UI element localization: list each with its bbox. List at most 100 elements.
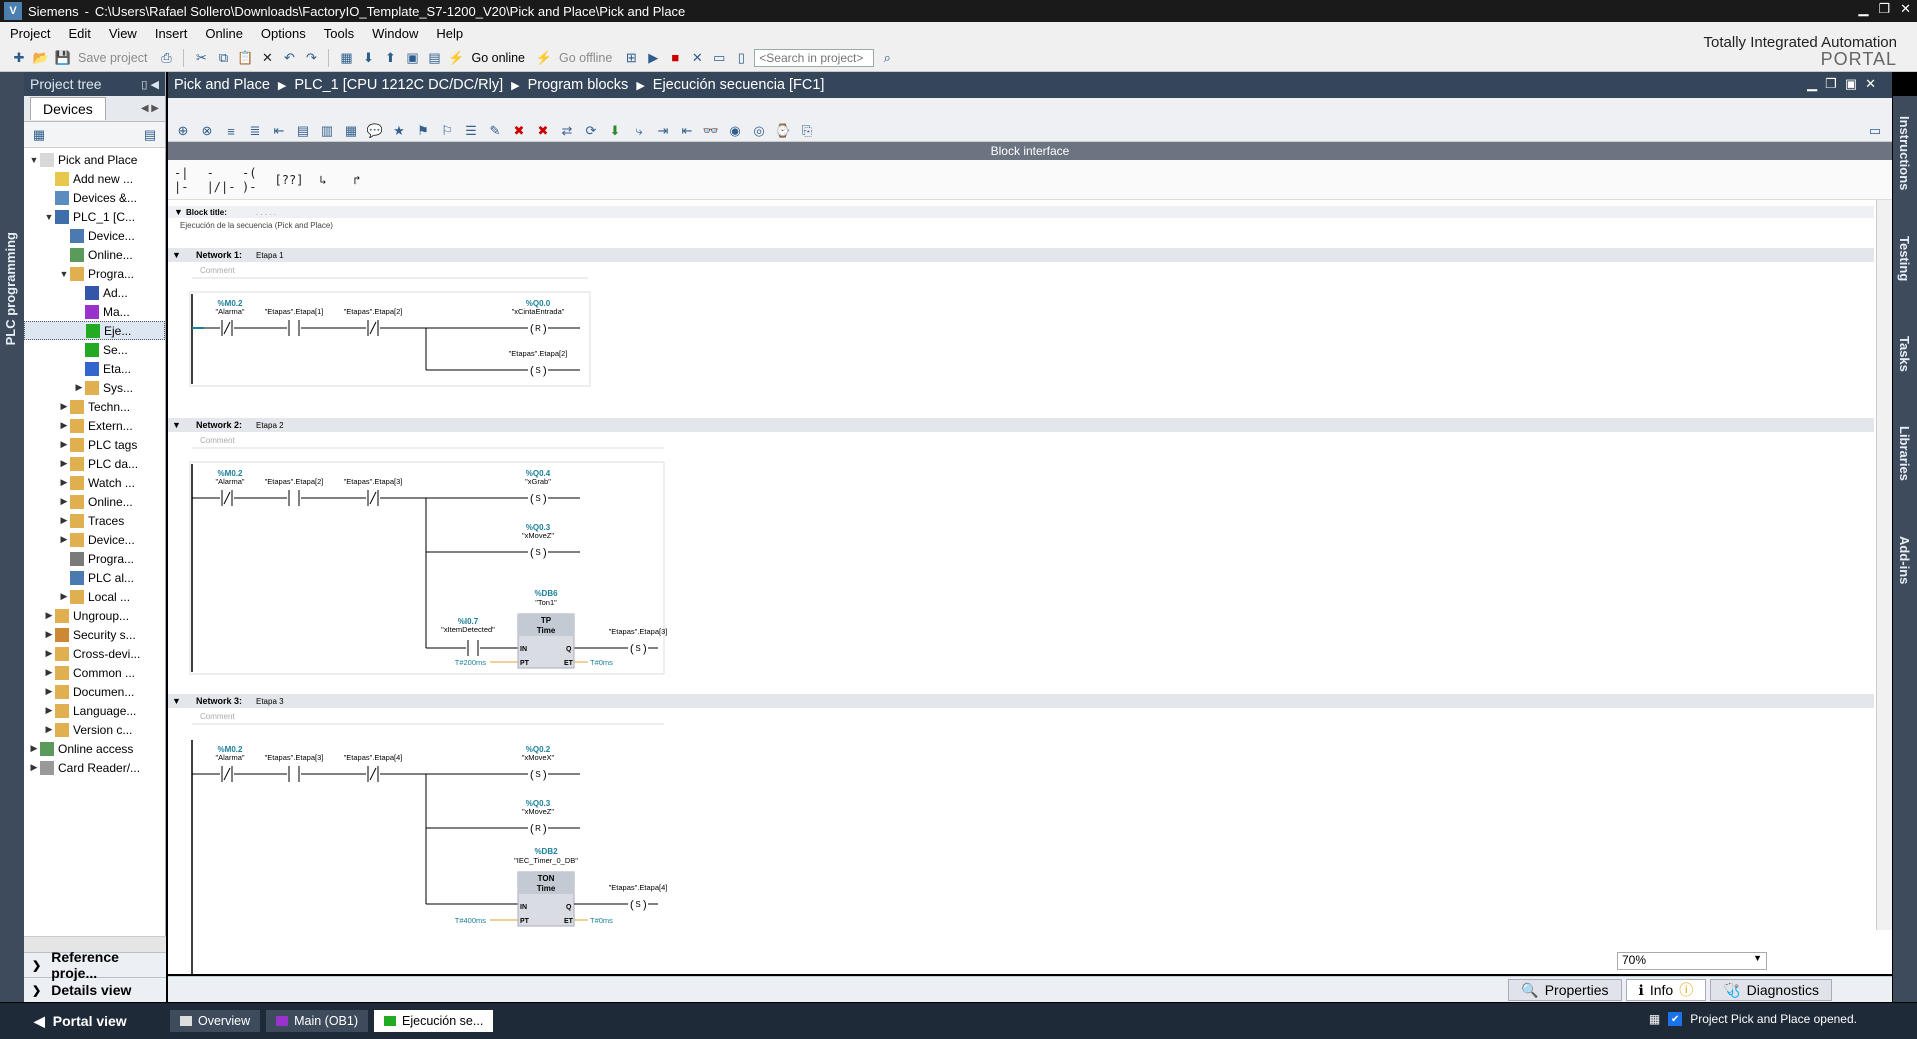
call-structure-icon[interactable]: ⤷ xyxy=(630,122,648,140)
network-2-comment[interactable]: Comment xyxy=(200,436,235,445)
expand-right-icon[interactable]: ▶ xyxy=(43,686,55,697)
absolute-operands-icon[interactable]: ▦ xyxy=(342,122,360,140)
coil-tag[interactable]: "xMoveX" xyxy=(522,753,555,762)
expand-right-icon[interactable]: ▶ xyxy=(28,743,40,754)
tree-item[interactable]: Add new ... xyxy=(24,169,165,188)
snapshot-icon[interactable]: ⎘ xyxy=(798,122,816,140)
insert-row-icon[interactable]: ≡ xyxy=(222,122,240,140)
reset-start-icon[interactable]: ⇤ xyxy=(270,122,288,140)
tree-item[interactable]: ▶ Cross-devi... xyxy=(24,644,165,663)
save-icon[interactable]: 💾 xyxy=(54,49,72,67)
network-3-title[interactable]: Etapa 3 xyxy=(256,697,284,706)
cut-icon[interactable]: ✂ xyxy=(192,49,210,67)
timer-instance[interactable]: "Ton1" xyxy=(535,598,557,607)
go-to-error-icon[interactable]: ✖ xyxy=(510,122,528,140)
timer-instance[interactable]: "IEC_Timer_0_DB" xyxy=(514,856,578,865)
editor-tab[interactable]: Overview xyxy=(170,1010,261,1032)
coil-tag[interactable]: "xCintaEntrada" xyxy=(512,307,565,316)
contact-tag[interactable]: "Etapas".Etapa[3] xyxy=(265,753,324,762)
timer-pt-value[interactable]: T#200ms xyxy=(455,658,487,667)
menu-options[interactable]: Options xyxy=(261,26,306,41)
tree-item[interactable]: Se... xyxy=(24,340,165,359)
expand-right-icon[interactable]: ▶ xyxy=(58,534,70,545)
expand-right-icon[interactable]: ▶ xyxy=(58,401,70,412)
insert-network-icon[interactable]: ⊕ xyxy=(174,122,192,140)
contact-tag[interactable]: "Alarma" xyxy=(215,477,244,486)
tab-tasks[interactable]: Tasks xyxy=(1897,336,1912,372)
accessible-devices-icon[interactable]: ⊞ xyxy=(622,49,640,67)
editor-tab[interactable]: Ejecución se... xyxy=(374,1010,494,1032)
open-all-networks-icon[interactable]: ▤ xyxy=(294,122,312,140)
expand-right-icon[interactable]: ▶ xyxy=(58,458,70,469)
open-branch-icon[interactable]: ↳ xyxy=(310,168,336,192)
symbol-info-icon[interactable]: ⚑ xyxy=(414,122,432,140)
breadcrumb-item[interactable]: Program blocks xyxy=(528,77,629,93)
tree-item[interactable]: ▼ Pick and Place xyxy=(24,150,165,169)
tree-item[interactable]: ▼ Progra... xyxy=(24,264,165,283)
expand-right-icon[interactable]: ▶ xyxy=(43,667,55,678)
contact-tag[interactable]: "Alarma" xyxy=(215,307,244,316)
expand-right-icon[interactable]: ▶ xyxy=(58,439,70,450)
tab-info[interactable]: ℹ Info ⓘ xyxy=(1625,979,1707,1001)
indent-icon[interactable]: ⇥ xyxy=(654,122,672,140)
expand-right-icon[interactable]: ▶ xyxy=(73,382,85,393)
tree-item[interactable]: ▶ Online access xyxy=(24,739,165,758)
stop-simulation-icon[interactable]: ▤ xyxy=(425,49,443,67)
menu-window[interactable]: Window xyxy=(372,26,418,41)
paste-icon[interactable]: 📋 xyxy=(236,49,254,67)
tree-item[interactable]: ▶ Ungroup... xyxy=(24,606,165,625)
tree-item[interactable]: ▶ Online... xyxy=(24,492,165,511)
coil-tag[interactable]: "xMoveZ" xyxy=(522,531,554,540)
split-vertical-icon[interactable]: ▯ xyxy=(732,49,750,67)
timer-db[interactable]: %DB6 xyxy=(534,589,558,598)
expand-right-icon[interactable]: ▶ xyxy=(43,629,55,640)
contact-tag[interactable]: "Etapas".Etapa[4] xyxy=(344,753,403,762)
close-all-networks-icon[interactable]: ▥ xyxy=(318,122,336,140)
restore-icon[interactable]: ❐ xyxy=(1878,1,1890,17)
contact-tag[interactable]: "Etapas".Etapa[2] xyxy=(265,477,324,486)
download-block-icon[interactable]: ⬇ xyxy=(606,122,624,140)
new-project-icon[interactable]: ✚ xyxy=(10,49,28,67)
search-binoculars-icon[interactable]: ⌕ xyxy=(878,49,896,67)
network-2-header[interactable] xyxy=(168,418,1874,432)
tab-instructions[interactable]: Instructions xyxy=(1897,116,1912,190)
split-horizontal-icon[interactable]: ▭ xyxy=(710,49,728,67)
expand-right-icon[interactable]: ▶ xyxy=(58,477,70,488)
coil-tag[interactable]: "Etapas".Etapa[4] xyxy=(609,883,668,892)
close-branch-icon[interactable]: ↱ xyxy=(344,168,370,192)
expand-right-icon[interactable]: ▶ xyxy=(58,420,70,431)
menu-edit[interactable]: Edit xyxy=(68,26,90,41)
monitor-off-icon[interactable]: ◉ xyxy=(726,122,744,140)
tab-add-ins[interactable]: Add-ins xyxy=(1897,536,1912,584)
redo-icon[interactable]: ↷ xyxy=(302,49,320,67)
tree-item[interactable]: ▶ Techn... xyxy=(24,397,165,416)
tab-properties[interactable]: 🔍 Properties xyxy=(1508,979,1622,1001)
reference-projects-section[interactable]: ❯ Reference proje... xyxy=(24,949,166,981)
download-icon[interactable]: ⬇ xyxy=(359,49,377,67)
network-3-header[interactable] xyxy=(168,694,1874,708)
tab-testing[interactable]: Testing xyxy=(1897,236,1912,281)
close-icon[interactable]: ✕ xyxy=(1900,1,1911,17)
tree-item[interactable]: ▶ Version c... xyxy=(24,720,165,739)
go-online-icon[interactable]: ⚡ xyxy=(447,49,465,67)
network-1-header[interactable] xyxy=(168,248,1874,262)
menu-help[interactable]: Help xyxy=(436,26,463,41)
tree-item[interactable]: Eta... xyxy=(24,359,165,378)
expand-right-icon[interactable]: ▶ xyxy=(28,762,40,773)
tree-item[interactable]: ▶ Device... xyxy=(24,530,165,549)
add-row-icon[interactable]: ≣ xyxy=(246,122,264,140)
plc-programming-strip[interactable]: PLC programming xyxy=(0,72,24,1002)
coil-icon[interactable]: -( )- xyxy=(242,166,268,194)
timer-db[interactable]: %DB2 xyxy=(534,847,558,856)
tree-item[interactable]: ▶ Common ... xyxy=(24,663,165,682)
copy-icon[interactable]: ⧉ xyxy=(214,49,232,67)
outdent-icon[interactable]: ⇤ xyxy=(678,122,696,140)
expand-down-icon[interactable]: ▼ xyxy=(58,269,70,279)
tree-item[interactable]: PLC al... xyxy=(24,568,165,587)
tree-item[interactable]: Ad... xyxy=(24,283,165,302)
contact-tag[interactable]: "Etapas".Etapa[2] xyxy=(344,307,403,316)
expand-right-icon[interactable]: ▶ xyxy=(58,591,70,602)
contact-tag[interactable]: "Etapas".Etapa[1] xyxy=(265,307,324,316)
minimize-icon[interactable]: ▁ xyxy=(1858,1,1868,17)
next-error-icon[interactable]: ✖ xyxy=(534,122,552,140)
